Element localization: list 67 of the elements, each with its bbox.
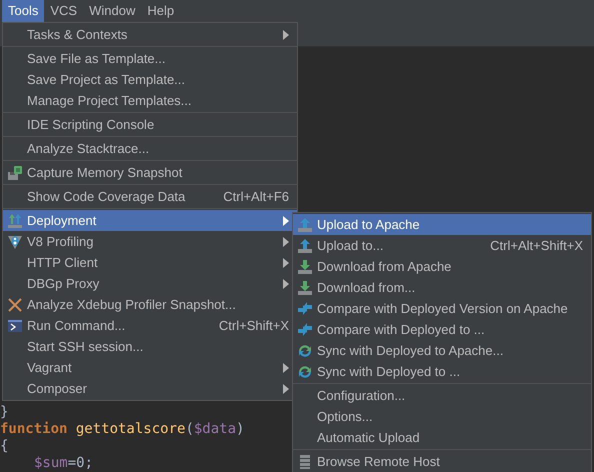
menu-item[interactable]: Save File as Template... (3, 48, 297, 69)
code-line: { (0, 438, 8, 455)
menu-item[interactable]: Manage Project Templates... (3, 90, 297, 111)
menu-item[interactable]: Tasks & Contexts (3, 24, 297, 45)
menu-item-label: Compare with Deployed to ... (317, 322, 486, 337)
compare-arrows-icon (297, 300, 313, 316)
menu-item-label: Manage Project Templates... (27, 93, 193, 108)
sync-icon (297, 364, 313, 380)
menu-bar-item[interactable]: Help (141, 0, 180, 22)
menu-item[interactable]: Save Project as Template... (3, 69, 297, 90)
memory-snapshot-icon (7, 164, 23, 180)
menu-item-label: Upload to Apache (317, 217, 421, 232)
download-icon (297, 280, 313, 296)
menu-item[interactable]: Deployment (3, 210, 297, 231)
compare-arrows-icon (297, 322, 313, 338)
download-icon (297, 258, 313, 274)
menu-item-label: Analyze Xdebug Profiler Snapshot... (27, 297, 237, 312)
menu-item-label: Vagrant (27, 360, 73, 375)
menu-item-label: Configuration... (317, 388, 406, 403)
crossed-tools-icon (7, 296, 23, 312)
menu-item-label: Start SSH session... (27, 339, 144, 354)
menu-item-label: Save Project as Template... (27, 72, 186, 87)
menu-item-label: Run Command... (27, 318, 126, 333)
menu-item[interactable]: Analyze Stacktrace... (3, 138, 297, 159)
menu-item-label: Download from... (317, 280, 416, 295)
menu-bar-item[interactable]: VCS (44, 0, 84, 22)
menu-item-label: V8 Profiling (27, 234, 94, 249)
menu-item-label: Save File as Template... (27, 51, 166, 66)
menu-item[interactable]: Automatic Upload (293, 427, 591, 448)
menu-item[interactable]: Show Code Coverage Data Ctrl+Alt+F6 (3, 186, 297, 207)
menu-item-label: Composer (27, 381, 88, 396)
menu-item[interactable]: Browse Remote Host (293, 451, 591, 472)
shortcut-label: Ctrl+Alt+F6 (223, 189, 289, 204)
menu-item[interactable]: IDE Scripting Console (3, 114, 297, 135)
menu-item-label: Capture Memory Snapshot (27, 165, 184, 180)
server-icon (297, 454, 313, 470)
menu-item[interactable]: Options... (293, 406, 591, 427)
menu-item-label: Compare with Deployed Version on Apache (317, 301, 569, 316)
menu-item-label: IDE Scripting Console (27, 117, 156, 132)
upload-icon (297, 216, 313, 232)
menu-item-label: Options... (317, 409, 374, 424)
menu-item-label: HTTP Client (27, 255, 99, 270)
menu-item-label: DBGp Proxy (27, 276, 100, 291)
sync-icon (297, 342, 313, 358)
menu-item-label: Analyze Stacktrace... (27, 141, 150, 156)
menu-item-label: Download from Apache (317, 259, 452, 274)
upload-icon (297, 238, 313, 254)
menu-item[interactable]: Capture Memory Snapshot (3, 162, 297, 183)
menu-item-label: Automatic Upload (317, 430, 421, 445)
code-line: function gettotalscore($data) (0, 421, 244, 438)
code-line: $sum=0; (34, 455, 94, 472)
code-line: } (0, 404, 8, 421)
menu-bar-item[interactable]: Tools (2, 0, 44, 22)
v8-shield-icon (7, 234, 23, 250)
menu-item-label: Show Code Coverage Data (27, 189, 186, 204)
menu-item-label: Sync with Deployed to ... (317, 364, 462, 379)
shortcut-label: Ctrl+Alt+Shift+X (490, 238, 583, 253)
console-icon (7, 318, 23, 334)
menu-item-label: Tasks & Contexts (27, 27, 128, 42)
menu-item-label: Browse Remote Host (317, 454, 441, 469)
menu-item-label: Sync with Deployed to Apache... (317, 343, 504, 358)
shortcut-label: Ctrl+Shift+X (218, 318, 289, 333)
menu-item-label: Upload to... (317, 238, 384, 253)
upload-icon (7, 212, 23, 228)
menu-item[interactable]: Upload to Apache (293, 214, 591, 235)
menu-item-label: Deployment (27, 213, 98, 228)
menu-bar-item[interactable]: Window (83, 0, 142, 22)
